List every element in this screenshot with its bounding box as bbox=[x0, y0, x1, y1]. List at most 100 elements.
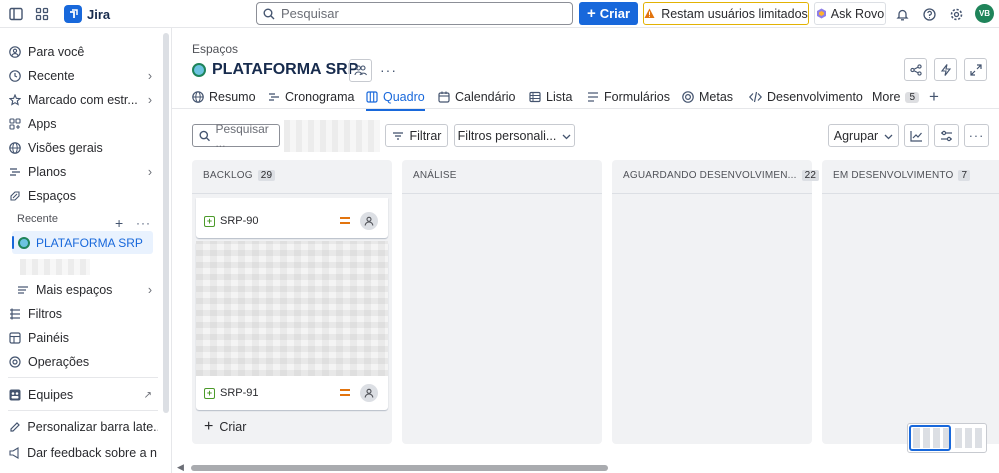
sidebar-item-more-spaces[interactable]: Mais espaços › bbox=[16, 279, 158, 301]
minimap-column bbox=[965, 428, 972, 448]
column-header[interactable]: AGUARDANDO DESENVOLVIMEN... 22 bbox=[623, 170, 820, 181]
board-minimap[interactable] bbox=[907, 423, 987, 453]
globe-icon bbox=[8, 141, 22, 155]
chevron-right-icon: › bbox=[147, 93, 152, 107]
column-header[interactable]: EM DESENVOLVIMENTO 7 bbox=[833, 170, 971, 181]
sidebar-item-label: Espaços bbox=[28, 189, 76, 203]
board-search-input[interactable]: Pesquisar ... bbox=[192, 121, 280, 150]
issue-card[interactable]: + SRP-90 bbox=[196, 198, 388, 238]
settings-gear-icon[interactable] bbox=[946, 4, 966, 24]
tab-desenvolvimento[interactable]: Desenvolvimento bbox=[749, 86, 863, 108]
sidebar-toggle-icon[interactable] bbox=[6, 4, 26, 24]
sidebar-item-teams[interactable]: Equipes ↗ bbox=[8, 384, 158, 406]
global-search-input[interactable]: Pesquisar bbox=[256, 2, 573, 25]
board-more-button[interactable]: ··· bbox=[964, 124, 989, 147]
plus-icon: + bbox=[204, 418, 214, 435]
tab-cronograma[interactable]: Cronograma bbox=[268, 86, 354, 108]
project-more-icon[interactable]: ··· bbox=[380, 62, 397, 78]
tab-lista[interactable]: Lista bbox=[529, 86, 572, 108]
ask-rovo-button[interactable]: Ask Rovo bbox=[814, 2, 886, 25]
tab-more[interactable]: More 5 bbox=[872, 86, 920, 108]
sidebar-item-label: Planos bbox=[28, 165, 67, 179]
breadcrumb[interactable]: Espaços bbox=[192, 42, 238, 56]
unassigned-avatar-icon[interactable] bbox=[360, 384, 378, 402]
priority-medium-icon bbox=[340, 389, 350, 396]
more-horizontal-icon: ··· bbox=[968, 128, 985, 143]
sidebar-item-apps[interactable]: Apps bbox=[8, 113, 158, 135]
create-button[interactable]: + Criar bbox=[579, 2, 638, 25]
add-tab-icon[interactable]: + bbox=[929, 86, 939, 108]
card-cover-image-blurred bbox=[196, 241, 388, 376]
sidebar-item-plans[interactable]: Planos › bbox=[8, 161, 158, 183]
board-icon bbox=[366, 91, 378, 103]
help-icon[interactable] bbox=[919, 4, 939, 24]
team-members-button[interactable] bbox=[349, 59, 372, 82]
board-horizontal-scrollbar[interactable] bbox=[191, 465, 608, 471]
sidebar-item-label: Para você bbox=[28, 45, 85, 59]
assignee-avatars-blurred[interactable] bbox=[284, 120, 380, 152]
recent-heading: Recente bbox=[17, 213, 58, 225]
minimap-column bbox=[955, 428, 962, 448]
app-switcher-icon[interactable] bbox=[32, 4, 52, 24]
share-button[interactable] bbox=[904, 58, 927, 81]
tab-label: Cronograma bbox=[285, 90, 355, 104]
column-header[interactable]: ANÁLISE bbox=[413, 170, 457, 181]
project-icon bbox=[18, 236, 30, 249]
blurred-recent-item[interactable] bbox=[20, 259, 90, 275]
sidebar-item-customize[interactable]: Personalizar barra late... bbox=[8, 416, 158, 438]
board-column-aguardando-desenvolvimento: AGUARDANDO DESENVOLVIMEN... 22 bbox=[612, 160, 820, 444]
user-avatar[interactable]: VB bbox=[975, 4, 994, 23]
sidebar-item-feedback[interactable]: Dar feedback sobre a n... bbox=[8, 442, 158, 464]
sidebar-item-label: Apps bbox=[28, 117, 57, 131]
share-icon bbox=[909, 63, 922, 76]
sliders-icon bbox=[941, 130, 952, 141]
issue-key[interactable]: SRP-91 bbox=[220, 387, 259, 399]
issue-card[interactable]: + SRP-91 bbox=[196, 241, 388, 410]
automation-button[interactable] bbox=[934, 58, 957, 81]
notifications-bell-icon[interactable] bbox=[892, 4, 912, 24]
sidebar-item-for-you[interactable]: Para você bbox=[8, 41, 158, 63]
sidebar-item-views[interactable]: Visões gerais bbox=[8, 137, 158, 159]
tab-metas[interactable]: Metas bbox=[682, 86, 733, 108]
sidebar-scrollbar[interactable] bbox=[163, 33, 169, 413]
custom-filters-dropdown[interactable]: Filtros personali... bbox=[454, 124, 575, 147]
scroll-left-arrow-icon[interactable]: ◀ bbox=[177, 462, 184, 473]
custom-filters-label: Filtros personali... bbox=[457, 128, 557, 143]
sidebar-item-spaces[interactable]: Espaços bbox=[8, 185, 158, 207]
filter-button[interactable]: Filtrar bbox=[385, 124, 448, 147]
unassigned-avatar-icon[interactable] bbox=[360, 212, 378, 230]
search-icon bbox=[199, 130, 210, 141]
tab-formularios[interactable]: Formulários bbox=[587, 86, 670, 108]
sidebar-item-operations[interactable]: Operações bbox=[8, 351, 158, 373]
sidebar-item-plataforma-srp[interactable]: PLATAFORMA SRP bbox=[12, 231, 153, 254]
create-issue-button[interactable]: + Criar bbox=[204, 419, 246, 435]
jira-logo[interactable]: Jira bbox=[64, 5, 110, 23]
sidebar-item-filters[interactable]: Filtros bbox=[8, 303, 158, 325]
globe-icon bbox=[192, 91, 204, 103]
insights-button[interactable] bbox=[904, 124, 929, 147]
sidebar: Para você Recente › Marcado com estr... … bbox=[0, 28, 172, 473]
column-count: 29 bbox=[257, 170, 276, 181]
list-icon bbox=[529, 91, 541, 103]
fullscreen-button[interactable] bbox=[964, 58, 987, 81]
tab-calendario[interactable]: Calendário bbox=[438, 86, 515, 108]
column-header[interactable]: BACKLOG 29 bbox=[203, 170, 276, 181]
sidebar-item-dashboards[interactable]: Painéis bbox=[8, 327, 158, 349]
board-search-placeholder: Pesquisar ... bbox=[215, 121, 269, 150]
group-by-dropdown[interactable]: Agrupar bbox=[828, 124, 899, 147]
tab-quadro[interactable]: Quadro bbox=[366, 86, 425, 111]
minimap-column bbox=[975, 428, 982, 448]
add-space-icon[interactable]: + bbox=[115, 215, 123, 231]
issue-key[interactable]: SRP-90 bbox=[220, 215, 259, 227]
view-settings-button[interactable] bbox=[934, 124, 959, 147]
limited-users-button[interactable]: Restam usuários limitados bbox=[643, 2, 809, 25]
apps-icon bbox=[8, 117, 22, 131]
minimap-viewport[interactable] bbox=[909, 425, 951, 451]
sidebar-item-starred[interactable]: Marcado com estr... › bbox=[8, 89, 158, 111]
spaces-more-icon[interactable]: ··· bbox=[136, 216, 151, 230]
card-footer: + SRP-91 bbox=[204, 384, 380, 402]
top-bar: Jira Pesquisar + Criar Restam usuários l… bbox=[0, 0, 999, 28]
sidebar-item-label: Dar feedback sobre a n... bbox=[27, 446, 158, 460]
tab-resumo[interactable]: Resumo bbox=[192, 86, 256, 108]
sidebar-item-recent[interactable]: Recente › bbox=[8, 65, 158, 87]
